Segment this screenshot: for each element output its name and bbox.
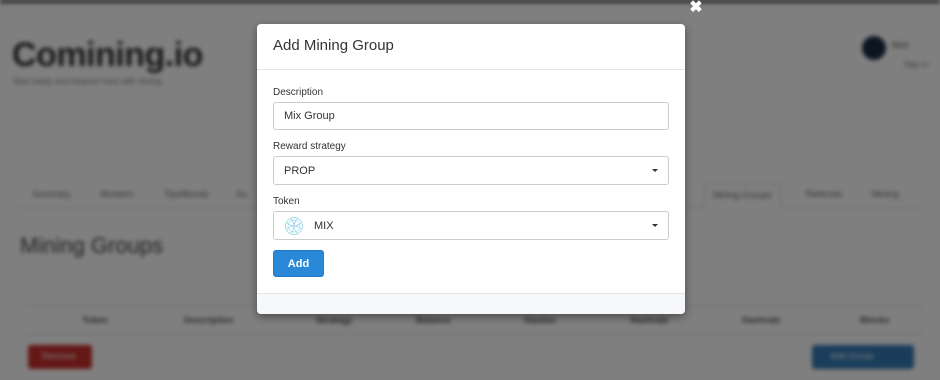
token-select[interactable]: MIX (273, 211, 669, 240)
close-icon[interactable]: ✖ (689, 0, 703, 16)
description-label: Description (273, 87, 324, 98)
reward-strategy-value: PROP (284, 165, 316, 177)
add-mining-group-modal: Add Mining Group Description Reward stra… (257, 24, 685, 314)
modal-footer (257, 293, 685, 314)
modal-header: Add Mining Group (257, 24, 685, 70)
add-button[interactable]: Add (273, 250, 324, 277)
caret-down-icon (652, 169, 658, 172)
reward-strategy-label: Reward strategy (273, 141, 346, 152)
modal-title: Add Mining Group (273, 37, 394, 54)
token-value: MIX (314, 220, 334, 232)
modal-body: Description Reward strategy PROP Token M… (257, 70, 685, 293)
token-label: Token (273, 196, 300, 207)
mix-token-icon (285, 217, 303, 235)
description-input[interactable] (273, 102, 669, 130)
caret-down-icon (652, 224, 658, 227)
reward-strategy-select[interactable]: PROP (273, 156, 669, 185)
